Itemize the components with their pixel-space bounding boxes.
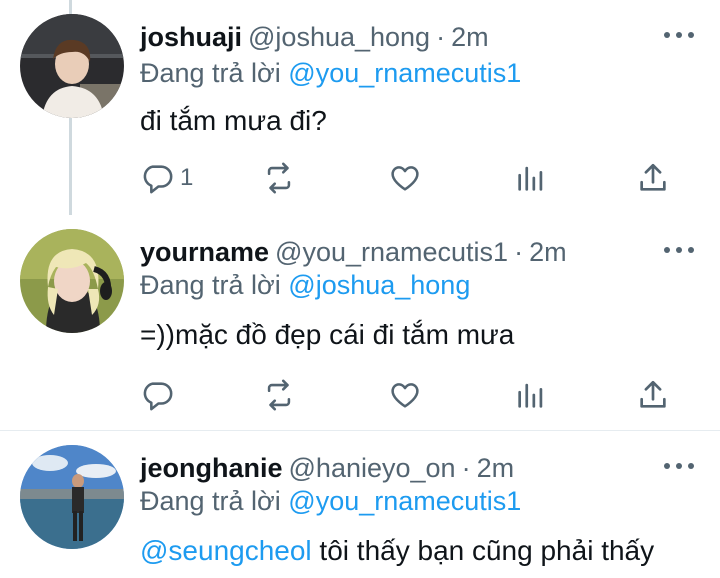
handle[interactable]: @hanieyo_on [289, 453, 456, 484]
retweet-button[interactable] [262, 158, 296, 198]
timestamp[interactable]: 2m [451, 22, 489, 53]
replying-prefix: Đang trả lời [140, 58, 281, 88]
tweet-text: @seungcheol tôi thấy bạn cũng phải thấy [140, 535, 654, 567]
tweet-header: jeonghanie @hanieyo_on · 2m [140, 451, 700, 485]
tweet-text-content: tôi thấy bạn cũng phải thấy [311, 535, 655, 566]
reply-button[interactable]: 1 [140, 158, 193, 198]
tweet-header: joshuaji @joshua_hong · 2m [140, 20, 700, 54]
replying-to: Đang trả lời @you_rnamecutis1 [140, 58, 521, 89]
more-icon[interactable] [664, 461, 694, 471]
tweet-jeonghanie[interactable]: jeonghanie @hanieyo_on · 2m Đang trả lời… [0, 431, 720, 578]
tweet-yourname[interactable]: yourname @you_rnamecutis1 · 2m Đang trả … [0, 215, 720, 430]
avatar[interactable] [20, 445, 124, 549]
replying-to-handle[interactable]: @you_rnamecutis1 [288, 486, 521, 516]
reply-icon [143, 165, 173, 194]
share-icon [640, 380, 666, 408]
replying-prefix: Đang trả lời [140, 270, 281, 300]
display-name[interactable]: yourname [140, 237, 269, 268]
replying-to-handle[interactable]: @you_rnamecutis1 [288, 58, 521, 88]
reply-count: 1 [180, 164, 194, 191]
replying-prefix: Đang trả lời [140, 486, 281, 516]
separator: · [436, 21, 446, 52]
analytics-icon [518, 383, 543, 408]
more-icon[interactable] [664, 30, 694, 40]
replying-to: Đang trả lời @joshua_hong [140, 270, 470, 301]
tweet-header: yourname @you_rnamecutis1 · 2m [140, 235, 700, 269]
like-button[interactable] [388, 375, 422, 415]
tweet-text: đi tắm mưa đi? [140, 105, 327, 136]
avatar-photo [20, 445, 124, 549]
share-button[interactable] [636, 158, 670, 198]
reply-button[interactable] [140, 375, 180, 415]
handle[interactable]: @joshua_hong [248, 22, 430, 53]
analytics-button[interactable] [514, 158, 548, 198]
avatar-photo [20, 229, 124, 333]
reply-icon [143, 382, 173, 411]
handle[interactable]: @you_rnamecutis1 [275, 237, 508, 268]
tweet-joshuaji[interactable]: joshuaji @joshua_hong · 2m Đang trả lời … [0, 0, 720, 215]
avatar[interactable] [20, 14, 124, 118]
mention-link[interactable]: @seungcheol [140, 535, 312, 566]
action-bar [0, 375, 720, 415]
avatar-photo [20, 14, 124, 118]
reply-thread: joshuaji @joshua_hong · 2m Đang trả lời … [0, 0, 720, 578]
more-icon[interactable] [664, 245, 694, 255]
display-name[interactable]: joshuaji [140, 22, 242, 53]
share-button[interactable] [636, 375, 670, 415]
separator: · [461, 452, 471, 483]
tweet-text: =))mặc đồ đẹp cái đi tắm mưa [140, 319, 515, 350]
retweet-icon [267, 162, 291, 194]
like-icon [391, 383, 419, 408]
retweet-button[interactable] [262, 375, 296, 415]
like-icon [391, 166, 419, 191]
separator: · [514, 236, 524, 267]
replying-to-handle[interactable]: @joshua_hong [288, 270, 470, 300]
thread-line-top [69, 0, 72, 14]
timestamp[interactable]: 2m [477, 453, 515, 484]
share-icon [640, 163, 666, 191]
retweet-icon [267, 379, 291, 411]
replying-to: Đang trả lời @you_rnamecutis1 [140, 486, 521, 517]
analytics-button[interactable] [514, 375, 548, 415]
avatar[interactable] [20, 229, 124, 333]
display-name[interactable]: jeonghanie [140, 453, 283, 484]
timestamp[interactable]: 2m [529, 237, 567, 268]
like-button[interactable] [388, 158, 422, 198]
analytics-icon [518, 166, 543, 191]
action-bar: 1 [0, 158, 720, 198]
